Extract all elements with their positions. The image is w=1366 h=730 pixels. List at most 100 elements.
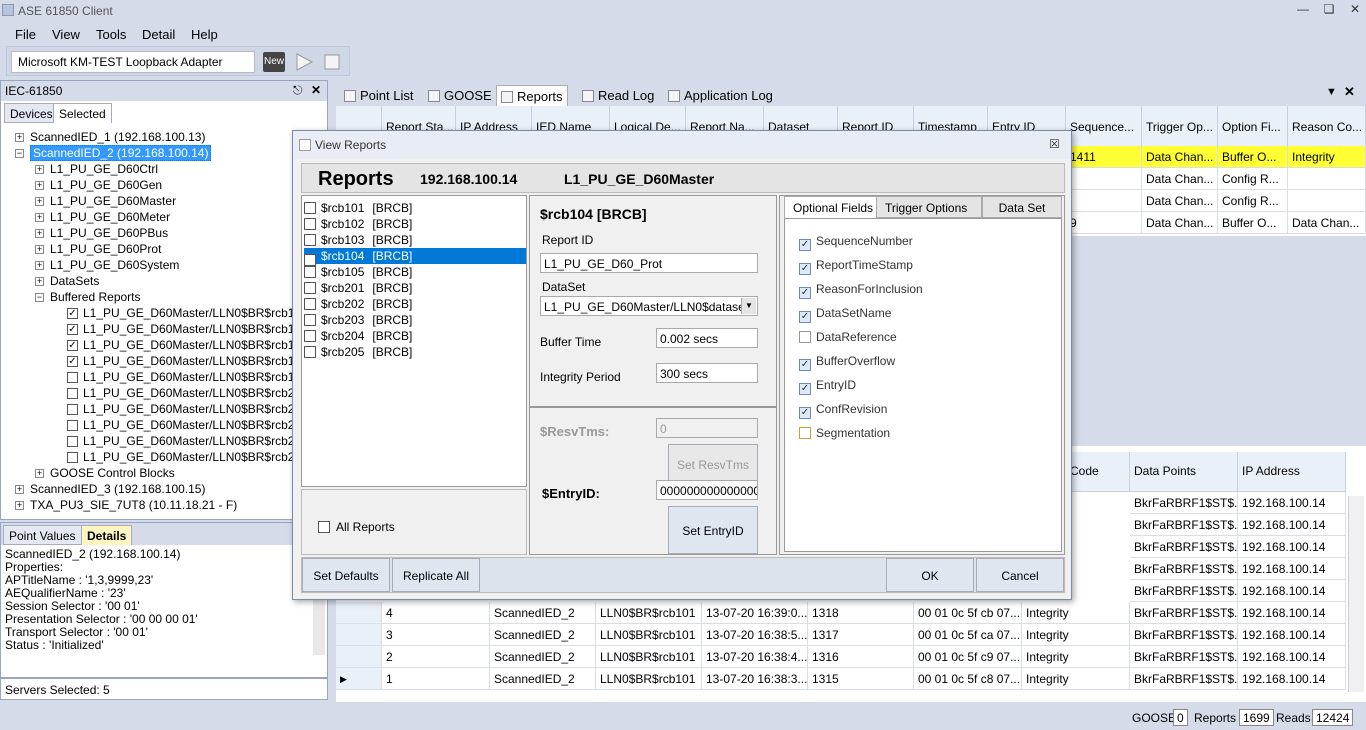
tree-node[interactable]: L1_PU_GE_D60Master/LLN0$BR$rcb205 — [67, 449, 308, 465]
column-header[interactable]: Trigger Op... — [1142, 106, 1218, 150]
tree-node[interactable]: + L1_PU_GE_D60PBus — [35, 225, 168, 241]
tree-node[interactable]: + ScannedIED_1 (192.168.100.13) — [15, 129, 205, 145]
tree-node[interactable]: L1_PU_GE_D60Master/LLN0$BR$rcb204 — [67, 433, 308, 449]
rcb-list-item[interactable]: $rcb202 [BRCB] — [304, 296, 526, 312]
checkbox-icon[interactable]: ✓ — [67, 308, 78, 320]
set-entry-id-button[interactable]: Set EntryID — [668, 506, 758, 554]
optional-field-item[interactable]: ✓ ReasonForInclusion — [799, 281, 923, 299]
checkbox-icon[interactable] — [304, 314, 316, 326]
menu-file[interactable]: File — [15, 27, 36, 42]
row-header[interactable]: ▶ — [336, 668, 382, 690]
checkbox-icon[interactable] — [799, 331, 811, 343]
tree-node[interactable]: − ScannedIED_2 (192.168.100.14) — [15, 145, 212, 161]
tree-node[interactable]: + L1_PU_GE_D60System — [35, 257, 179, 273]
tab-point-list[interactable]: Point List — [340, 85, 417, 107]
expand-icon[interactable]: + — [35, 277, 44, 287]
checkbox-icon[interactable]: ✓ — [799, 287, 811, 299]
tree-node[interactable]: L1_PU_GE_D60Master/LLN0$BR$rcb202 — [67, 401, 308, 417]
checkbox-icon[interactable] — [67, 420, 78, 432]
checkbox-icon[interactable] — [304, 266, 316, 278]
dataset-select[interactable]: L1_PU_GE_D60Master/LLN0$dataset5 ▼ — [540, 296, 758, 316]
menu-view[interactable]: View — [52, 27, 80, 42]
grid-scrollbar[interactable] — [1348, 496, 1364, 692]
all-reports-checkbox[interactable]: All Reports — [318, 520, 395, 534]
dialog-close-icon[interactable]: ☒ — [1049, 137, 1060, 151]
tree-node[interactable]: + GOOSE Control Blocks — [35, 465, 175, 481]
tab-read-log[interactable]: Read Log — [578, 85, 658, 107]
checkbox-icon[interactable] — [304, 218, 316, 230]
row-header[interactable] — [336, 646, 382, 668]
rcb-list-item[interactable]: $rcb101 [BRCB] — [304, 200, 526, 216]
tree-node[interactable]: + L1_PU_GE_D60Master — [35, 193, 176, 209]
expand-icon[interactable]: + — [35, 261, 44, 271]
tree-node[interactable]: − Buffered Reports — [35, 289, 141, 305]
tab-application-log[interactable]: Application Log — [664, 85, 777, 107]
checkbox-icon[interactable] — [304, 330, 316, 342]
column-header[interactable]: Reason Co... — [1288, 106, 1366, 150]
expand-icon[interactable]: + — [35, 245, 44, 255]
ok-button[interactable]: OK — [886, 558, 974, 592]
checkbox-icon[interactable] — [304, 202, 316, 214]
checkbox-icon[interactable] — [67, 404, 78, 416]
integrity-period-field[interactable]: 300 secs — [656, 363, 758, 383]
checkbox-icon[interactable] — [304, 298, 316, 310]
checkbox-icon[interactable] — [304, 234, 316, 246]
tree-node[interactable]: + L1_PU_GE_D60Ctrl — [35, 161, 158, 177]
column-header[interactable]: Code — [1066, 452, 1130, 492]
play-icon[interactable] — [293, 52, 315, 72]
expand-icon[interactable]: + — [35, 213, 44, 223]
menu-detail[interactable]: Detail — [142, 27, 175, 42]
optional-field-item[interactable]: Segmentation — [799, 425, 890, 441]
rcb-list-item[interactable]: $rcb203 [BRCB] — [304, 312, 526, 328]
report-id-field[interactable]: L1_PU_GE_D60_Prot — [540, 253, 758, 273]
rcb-list-item[interactable]: $rcb204 [BRCB] — [304, 328, 526, 344]
checkbox-icon[interactable] — [67, 436, 78, 448]
rcb-list-item[interactable]: ✓ $rcb104 [BRCB] — [304, 248, 526, 266]
expand-icon[interactable]: + — [15, 485, 24, 495]
menu-help[interactable]: Help — [191, 27, 218, 42]
checkbox-icon[interactable]: ✓ — [799, 311, 811, 323]
tree-node[interactable]: + TXA_PU3_SIE_7UT8 (10.11.18.21 - F) — [15, 497, 237, 513]
tree-node[interactable]: L1_PU_GE_D60Master/LLN0$BR$rcb203 — [67, 417, 308, 433]
set-defaults-button[interactable]: Set Defaults — [302, 558, 390, 592]
expand-icon[interactable]: + — [35, 165, 44, 175]
collapse-icon[interactable]: − — [15, 149, 24, 159]
pin-icon[interactable]: ⎋ — [293, 83, 303, 98]
stop-icon[interactable] — [321, 52, 343, 72]
restore-icon[interactable]: ❏ — [1318, 2, 1340, 18]
column-header[interactable]: Option Fi... — [1218, 106, 1288, 150]
tab-reports[interactable]: Reports — [496, 85, 568, 107]
rcb-list-item[interactable]: $rcb105 [BRCB] — [304, 264, 526, 280]
tab-point-values[interactable]: Point Values — [3, 525, 82, 545]
tab-data-set[interactable]: Data Set — [982, 196, 1062, 218]
expand-icon[interactable]: + — [15, 501, 24, 511]
checkbox-icon[interactable]: ✓ — [67, 324, 78, 336]
checkbox-icon[interactable] — [67, 452, 78, 464]
optional-field-item[interactable]: ✓ BufferOverflow — [799, 353, 895, 371]
optional-field-item[interactable]: ✓ ConfRevision — [799, 401, 887, 419]
tab-goose[interactable]: GOOSE — [424, 85, 496, 107]
tab-trigger-options[interactable]: Trigger Options — [876, 196, 982, 218]
tabs-close-icon[interactable]: ✕ — [1344, 84, 1355, 100]
chevron-down-icon[interactable]: ▼ — [741, 298, 756, 314]
expand-icon[interactable]: + — [35, 197, 44, 207]
tree-node[interactable]: L1_PU_GE_D60Master/LLN0$BR$rcb201 — [67, 385, 308, 401]
tree-node[interactable]: L1_PU_GE_D60Master/LLN0$BR$rcb105 — [67, 369, 308, 385]
row-header[interactable] — [336, 624, 382, 646]
tree-node[interactable]: + ScannedIED_3 (192.168.100.15) — [15, 481, 205, 497]
checkbox-icon[interactable]: ✓ — [799, 239, 811, 251]
expand-icon[interactable]: + — [35, 229, 44, 239]
tab-selected[interactable]: Selected — [53, 103, 112, 123]
expand-icon[interactable]: + — [35, 469, 44, 479]
column-header[interactable]: IP Address — [1238, 452, 1346, 492]
rcb-list-item[interactable]: $rcb201 [BRCB] — [304, 280, 526, 296]
minimize-icon[interactable]: — — [1292, 2, 1314, 18]
adapter-select[interactable]: Microsoft KM-TEST Loopback Adapter — [11, 51, 255, 73]
new-button[interactable]: New — [263, 52, 285, 72]
tree-node[interactable]: + L1_PU_GE_D60Prot — [35, 241, 161, 257]
tree-node[interactable]: + DataSets — [35, 273, 99, 289]
optional-field-item[interactable]: ✓ SequenceNumber — [799, 233, 913, 251]
checkbox-icon[interactable]: ✓ — [799, 383, 811, 395]
checkbox-icon[interactable]: ✓ — [67, 356, 78, 368]
column-header[interactable]: Sequence... — [1066, 106, 1142, 150]
